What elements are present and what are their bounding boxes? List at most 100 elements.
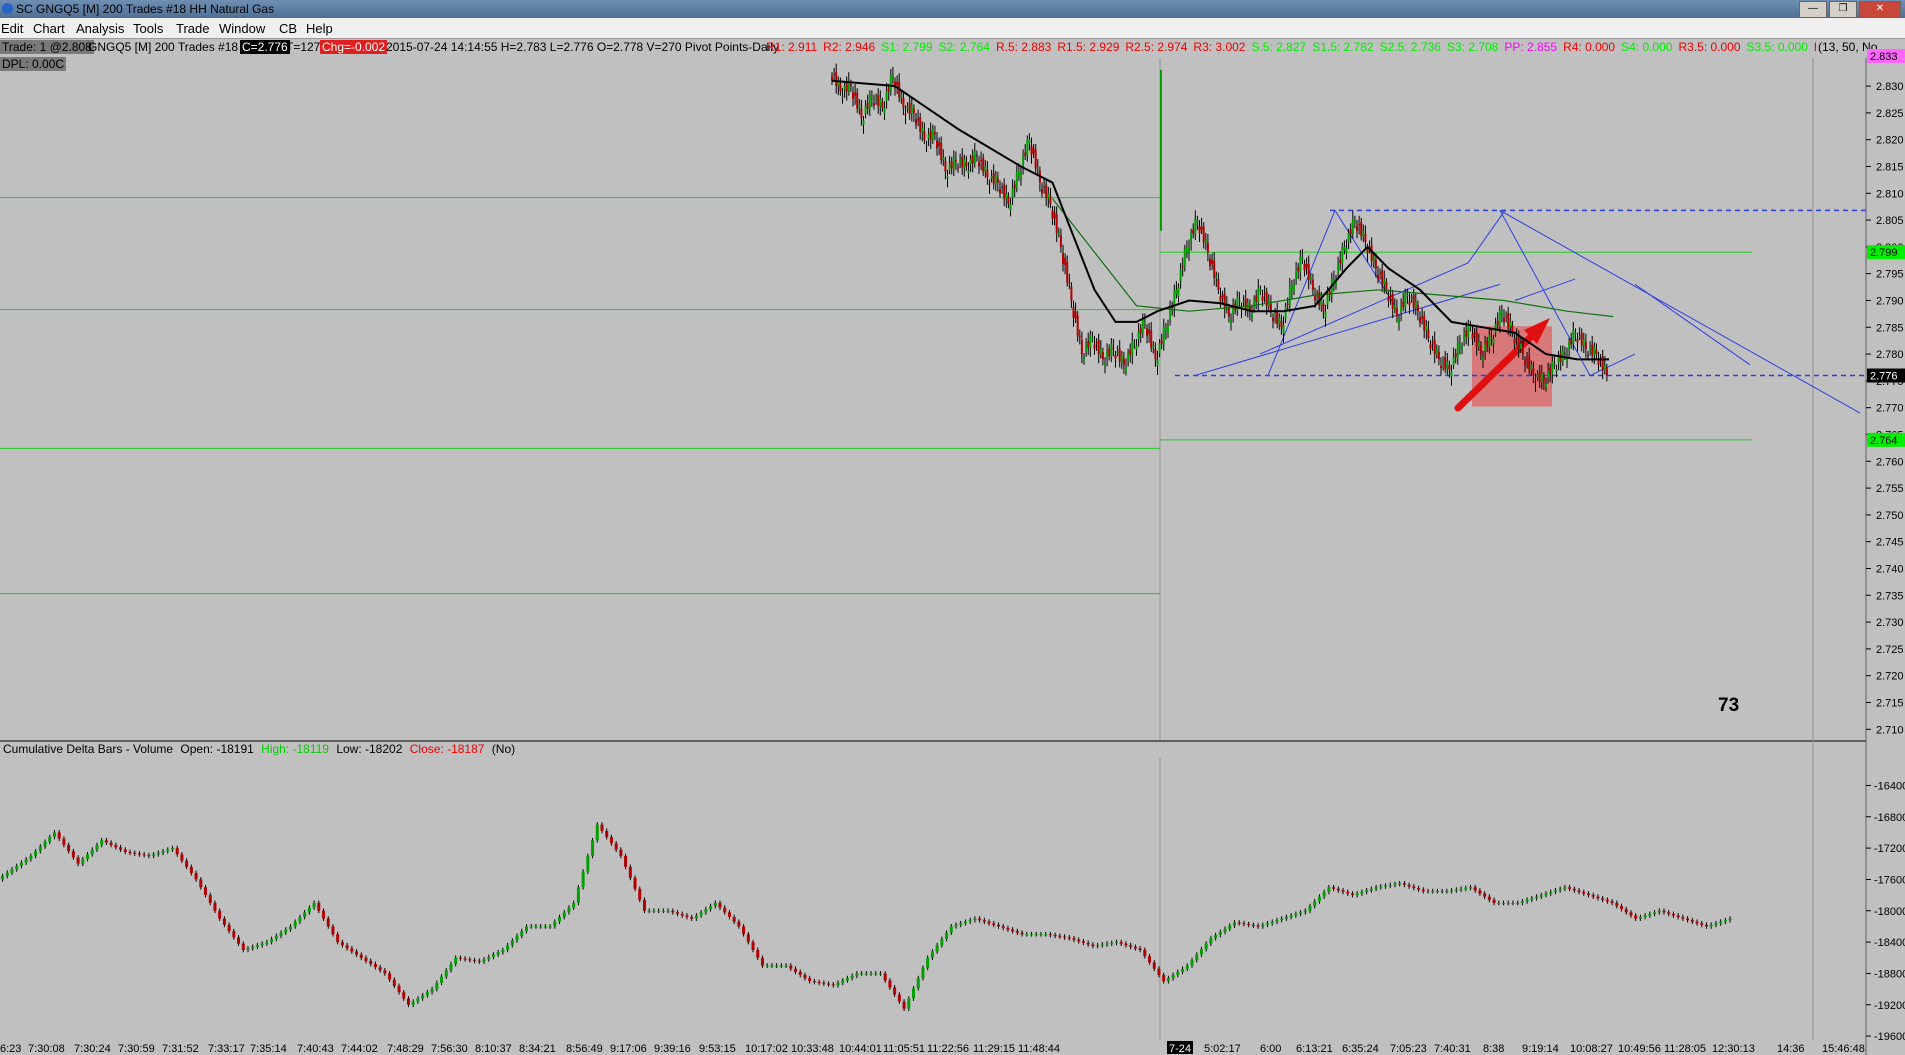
time-tick-label: 10:44:01 [839,1043,882,1055]
delta-bar [652,910,656,912]
price-bar [1047,193,1050,199]
price-tick-label: 2.750 [1876,510,1904,522]
delta-bar [1039,934,1043,936]
price-bar [971,155,974,164]
delta-bar [468,959,472,961]
price-bar [1391,294,1394,310]
price-bar [866,103,869,109]
delta-bar [1412,886,1416,889]
delta-bar [992,923,996,925]
delta-bar [1468,887,1472,889]
delta-bar [34,851,38,856]
delta-bar [978,918,982,921]
price-bar [1020,171,1022,179]
delta-tick-label: -19600 [1874,1031,1905,1043]
price-bar [1433,340,1436,355]
price-bar [1410,298,1413,300]
price-bar [1181,266,1184,268]
time-tick-label: 11:29:15 [973,1043,1015,1055]
delta-bar [279,932,283,936]
price-bar [996,178,999,183]
delta-bar [1157,968,1161,975]
delta-bar [1572,888,1576,891]
price-bar [1563,353,1566,355]
delta-bar [595,824,599,841]
delta-bar [822,982,826,984]
delta-bar [963,921,967,924]
price-bar [1083,357,1085,361]
price-bar [1215,275,1218,278]
delta-bar [440,976,444,983]
delta-bar [1299,912,1303,914]
price-bar [1475,331,1478,347]
delta-bar [850,975,854,979]
delta-bar [893,987,897,995]
delta-bar [402,992,406,999]
chart-canvas[interactable]: 2.8302.8252.8202.8152.8102.8052.8002.795… [0,0,1905,1055]
price-bar [1437,351,1440,360]
price-bar [1477,342,1480,347]
delta-bar [1520,901,1524,903]
price-bar [1074,311,1077,319]
delta-bar [827,983,831,985]
delta-bar [24,859,28,863]
delta-bar [1492,899,1496,903]
price-bar [1154,348,1157,360]
delta-bar [576,887,580,903]
delta-bar [444,970,448,977]
delta-bar [1638,917,1642,919]
delta-bar [48,837,52,842]
price-bar [1036,167,1039,169]
price-bar [938,141,941,147]
price-bar [1395,307,1398,317]
trend-line-3 [1259,262,1469,355]
price-bar [946,176,949,179]
delta-bar [1327,887,1331,892]
delta-bar [1100,944,1104,946]
delta-bar [383,970,387,974]
delta-bar [694,915,698,919]
delta-bar [1483,893,1487,897]
price-bar [1545,384,1547,388]
delta-bar [482,959,486,962]
price-bar [1251,313,1253,318]
delta-bar [1615,902,1619,907]
delta-bar [274,935,278,939]
delta-bar [553,921,557,927]
delta-bar [1563,887,1567,889]
delta-bar [1379,886,1383,888]
price-bar [1383,279,1386,285]
delta-bar [591,840,595,856]
delta-bar [336,934,340,943]
delta-bar [1247,924,1251,926]
time-tick-label: 6:00 [1260,1043,1281,1055]
delta-bar [864,973,868,975]
price-bar [1259,289,1262,291]
delta-bar [1044,934,1048,936]
delta-bar [359,954,363,958]
delta-bar [90,849,94,855]
delta-bar [288,926,292,930]
delta-bar [1190,960,1194,966]
delta-bar [676,912,680,914]
price-bar [1339,259,1342,263]
delta-bar [572,902,576,908]
trend-line-7 [1514,278,1576,301]
delta-bar [1544,893,1548,896]
price-bar [990,176,993,179]
price-bar [1454,353,1457,358]
delta-bar [751,942,755,950]
price-tick-label: 2.790 [1876,295,1904,307]
delta-tick-label: -17200 [1874,843,1905,855]
delta-bar [860,973,864,975]
delta-bar [1176,971,1180,975]
delta-bar [543,926,547,928]
price-bar [1198,226,1201,233]
delta-bar [350,948,354,952]
price-bar [1179,269,1182,282]
delta-bar [1237,922,1241,924]
price-bar [1110,344,1113,357]
price-bar [984,166,987,172]
price-bar [1227,307,1230,317]
price-bar [879,98,882,107]
